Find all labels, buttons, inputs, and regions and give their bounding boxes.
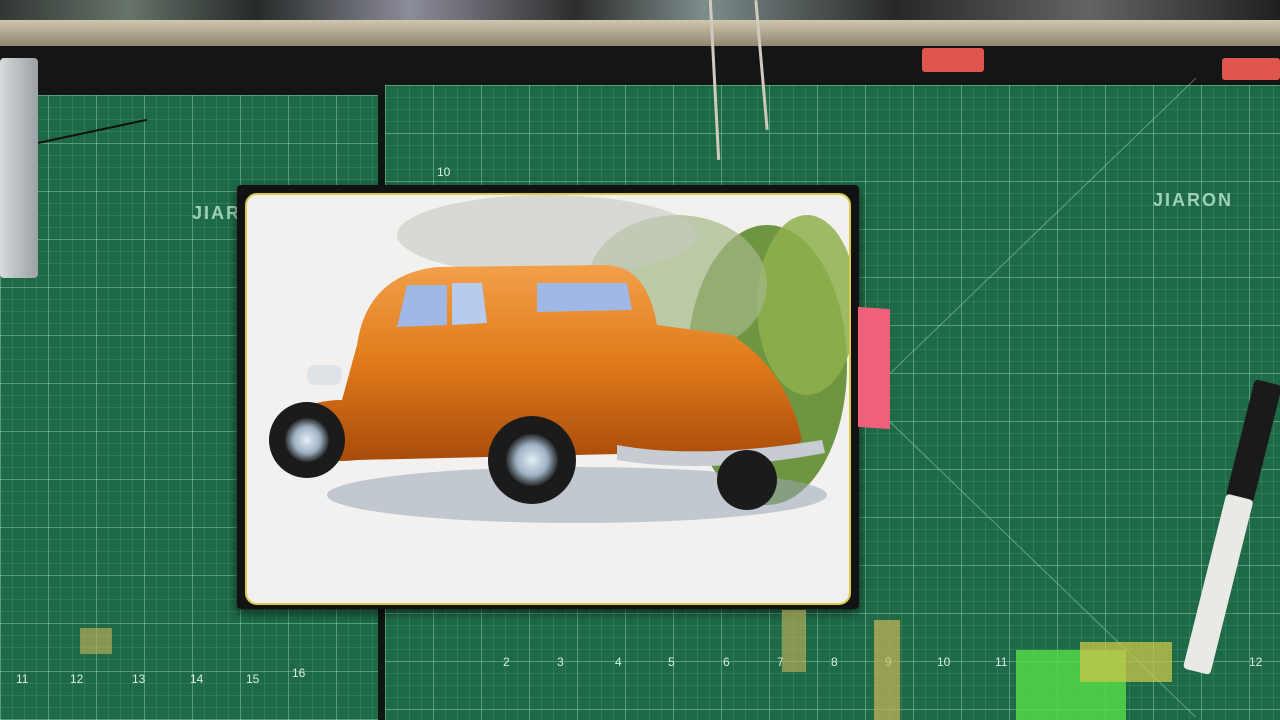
workbench-photo: JIAR 11 12 13 14 15 16 JIARON 10 2 3 4 5… (0, 0, 1280, 720)
shelf-items (0, 0, 1280, 20)
ruler-number: 3 (557, 655, 564, 669)
ruler-number: 12 (70, 672, 84, 686)
ruler-number: 10 (937, 655, 951, 669)
mat-brand-left: JIAR (192, 203, 242, 223)
shelf (0, 0, 1280, 95)
ruler-number: 4 (615, 655, 622, 669)
tape (80, 628, 112, 654)
ruler-number: 14 (190, 672, 204, 686)
ruler-number: 11 (995, 655, 1008, 669)
red-tool (922, 48, 984, 72)
sticky-tab (858, 306, 890, 430)
tape (1080, 642, 1172, 682)
box-art (245, 193, 851, 605)
ruler-number: 6 (723, 655, 730, 669)
ruler-number: 15 (246, 672, 260, 686)
ruler-number: 13 (132, 672, 146, 686)
box-art-illustration (269, 195, 849, 523)
model-kit-box (237, 185, 859, 609)
red-tool (1222, 58, 1280, 80)
tape (782, 610, 806, 672)
ruler-number: 5 (668, 655, 675, 669)
ruler-number: 8 (831, 655, 838, 669)
ruler-number: 11 (16, 672, 29, 686)
ruler-number: 2 (503, 655, 510, 669)
mat-brand: JIARON (1153, 190, 1234, 210)
ruler-number: 12 (1249, 655, 1263, 669)
ruler-number: 10 (437, 165, 451, 179)
shelf-board (0, 20, 1280, 46)
diagonal-line (865, 77, 1197, 398)
tape (874, 620, 900, 720)
ruler-number: 16 (292, 666, 306, 680)
foam-block (0, 58, 38, 278)
